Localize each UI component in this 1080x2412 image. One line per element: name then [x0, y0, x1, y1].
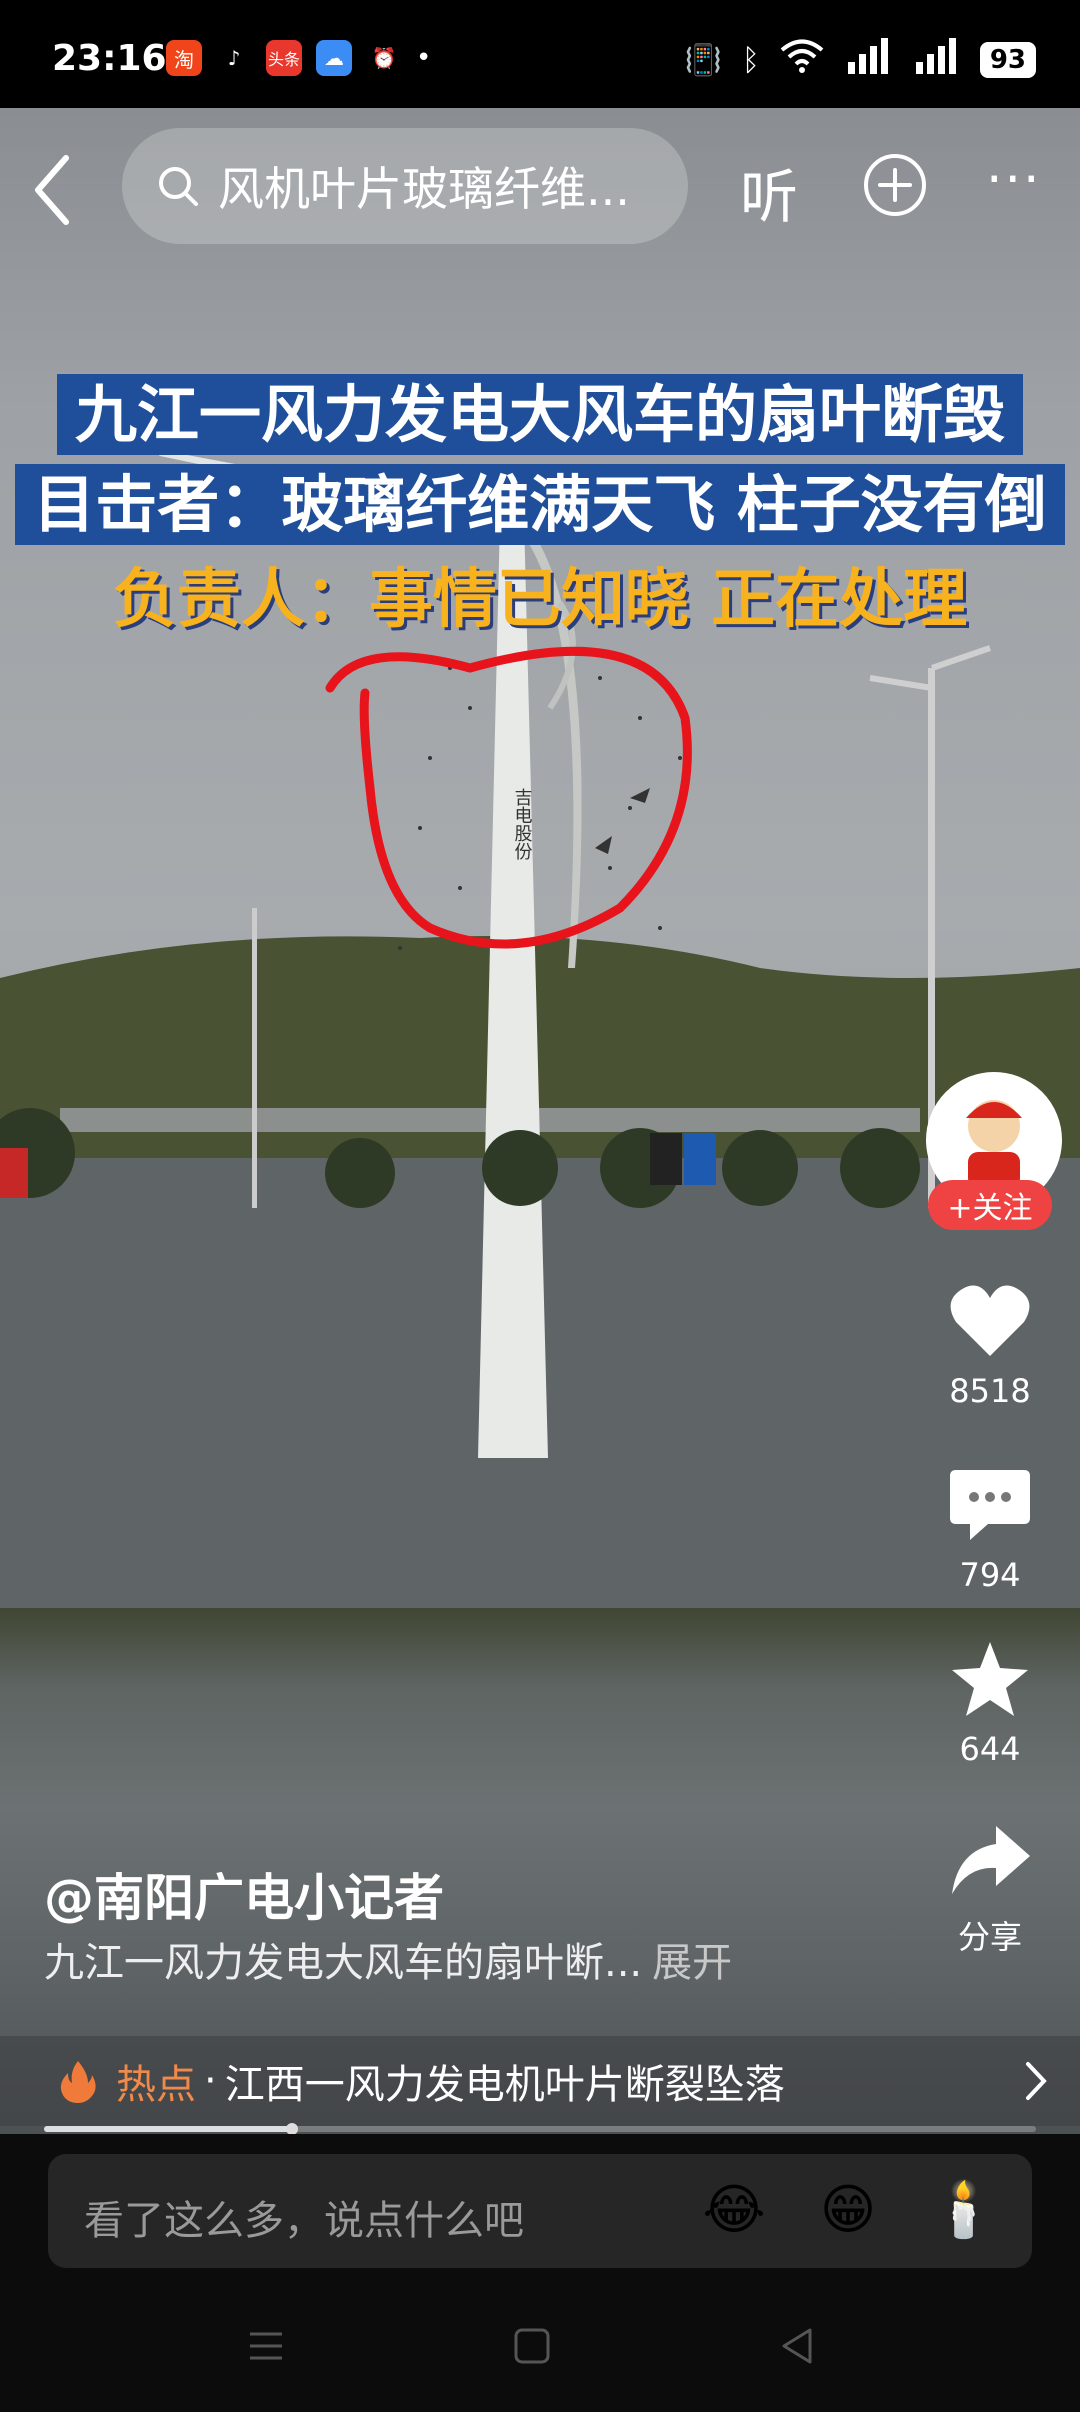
hot-topic-text: 江西一风力发电机叶片断裂坠落 [224, 2062, 785, 2108]
follow-button[interactable]: +关注 [928, 1180, 1052, 1230]
status-time: 23:16 [52, 38, 167, 79]
signal-icon-2 [912, 38, 960, 82]
tiktok-icon: ♪ [216, 40, 252, 76]
comment-icon [950, 1470, 1030, 1540]
author-name[interactable]: @南阳广电小记者 [44, 1858, 444, 1930]
favorite-count: 644 [959, 1730, 1021, 1768]
like-button[interactable]: 8518 [930, 1282, 1050, 1410]
chevron-right-icon [1026, 2062, 1047, 2100]
comment-placeholder: 看了这么多，说点什么吧 [84, 2198, 524, 2244]
like-count: 8518 [949, 1372, 1031, 1410]
vibrate-icon: 📳 [684, 42, 722, 78]
headline-line-3: 负责人：事情已知晓 正在处理 [112, 563, 968, 637]
video-progress-fill [44, 2126, 292, 2132]
fire-icon [60, 2061, 96, 2103]
star-icon [952, 1642, 1028, 1716]
search-box[interactable]: 风机叶片玻璃纤维... [122, 128, 688, 244]
weather-icon: ☁ [316, 40, 352, 76]
home-nav-icon[interactable] [508, 2322, 556, 2370]
video-description[interactable]: 九江一风力发电大风车的扇叶断... 展开 [44, 1930, 732, 1988]
hot-topic-bar[interactable]: 热点 · 江西一风力发电机叶片断裂坠落 [0, 2036, 1080, 2126]
back-nav-icon[interactable] [774, 2322, 822, 2370]
share-icon [952, 1826, 1030, 1894]
battery-indicator: 93 [979, 42, 1036, 78]
hot-separator: · [204, 2058, 217, 2104]
laughing-emoji-button[interactable]: 😂 [702, 2178, 766, 2242]
heart-icon [950, 1285, 1030, 1356]
status-dot: • [416, 43, 432, 73]
comment-count: 794 [959, 1556, 1021, 1594]
back-button[interactable] [30, 150, 74, 230]
expand-button[interactable]: 展开 [652, 1940, 732, 1986]
signal-icon [844, 38, 892, 82]
listen-button[interactable]: 听 [740, 150, 798, 234]
share-label: 分享 [957, 1918, 1022, 1956]
headline-line-2: 目击者：玻璃纤维满天飞 柱子没有倒 [0, 454, 1080, 545]
status-right: 📳 ᛒ 93 [684, 38, 1036, 82]
add-button[interactable] [862, 152, 928, 218]
comment-button[interactable]: 794 [930, 1466, 1050, 1594]
headline-line-1: 九江一风力发电大风车的扇叶断毁 [0, 364, 1080, 455]
share-button[interactable]: 分享 [930, 1822, 1050, 1958]
more-options-icon[interactable]: ··· [986, 150, 1042, 210]
search-query: 风机叶片玻璃纤维... [218, 162, 630, 216]
bluetooth-icon: ᛒ [741, 42, 760, 78]
toutiao-icon: 头条 [266, 40, 302, 76]
wifi-icon [780, 39, 824, 81]
favorite-button[interactable]: 644 [930, 1640, 1050, 1768]
search-icon [159, 167, 198, 206]
tower-logo-text: 吉电股份 [512, 788, 533, 860]
candle-emoji-button[interactable]: 🕯️ [930, 2178, 997, 2242]
video-progress-bar[interactable] [44, 2123, 1036, 2135]
status-app-icons: 淘 ♪ 头条 ☁ ⏰ • [166, 40, 431, 76]
grinning-emoji-button[interactable]: 😁 [816, 2178, 880, 2242]
hot-tag: 热点 [116, 2062, 196, 2108]
taobao-icon: 淘 [166, 40, 202, 76]
status-bar: 23:16 淘 ♪ 头条 ☁ ⏰ • 📳 ᛒ 93 [0, 0, 1080, 108]
video-frame-turbine: 吉电股份 [0, 448, 1080, 1608]
alarm-icon: ⏰ [366, 40, 402, 76]
menu-nav-icon[interactable] [242, 2322, 290, 2370]
